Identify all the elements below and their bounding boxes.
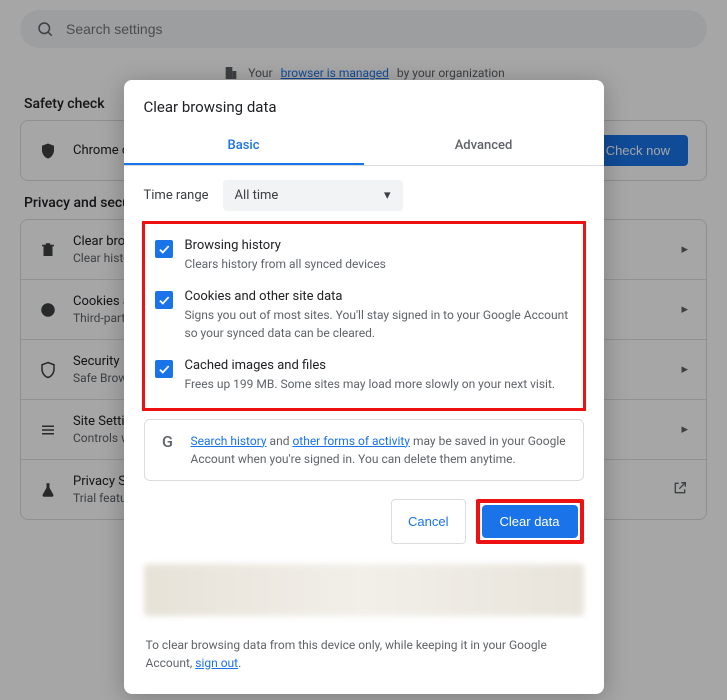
note-mid: and xyxy=(267,434,293,448)
option-title: Cookies and other site data xyxy=(185,289,569,304)
time-range-dropdown[interactable]: All time ▾ xyxy=(223,180,403,211)
option-browsing-history: Browsing history Clears history from all … xyxy=(149,230,575,281)
options-highlight: Browsing history Clears history from all … xyxy=(142,221,586,411)
dialog-tabs: Basic Advanced xyxy=(124,126,604,166)
dialog-actions: Cancel Clear data xyxy=(124,481,604,548)
google-icon: G xyxy=(159,432,177,451)
dialog-title: Clear browsing data xyxy=(124,80,604,126)
option-title: Browsing history xyxy=(185,238,386,253)
checkbox-browsing-history[interactable] xyxy=(155,240,173,258)
option-desc: Clears history from all synced devices xyxy=(185,256,386,273)
option-cookies: Cookies and other site data Signs you out… xyxy=(149,281,575,350)
option-title: Cached images and files xyxy=(185,358,556,373)
google-account-note: G Search history and other forms of acti… xyxy=(144,419,584,481)
option-desc: Frees up 199 MB. Some sites may load mor… xyxy=(185,376,556,393)
tab-basic[interactable]: Basic xyxy=(124,126,364,165)
chevron-down-icon: ▾ xyxy=(384,188,391,203)
checkbox-cached[interactable] xyxy=(155,360,173,378)
option-cached: Cached images and files Frees up 199 MB. … xyxy=(149,350,575,401)
time-range-value: All time xyxy=(235,188,279,203)
other-activity-link[interactable]: other forms of activity xyxy=(292,434,410,448)
time-range-label: Time range xyxy=(144,188,209,203)
option-desc: Signs you out of most sites. You'll stay… xyxy=(185,307,569,342)
clear-data-highlight: Clear data xyxy=(476,499,584,544)
blurred-region xyxy=(144,564,584,616)
tab-advanced[interactable]: Advanced xyxy=(364,126,604,165)
footer-post: . xyxy=(238,656,241,670)
search-history-link[interactable]: Search history xyxy=(191,434,267,448)
cancel-button[interactable]: Cancel xyxy=(391,499,465,544)
clear-browsing-data-dialog: Clear browsing data Basic Advanced Time … xyxy=(124,80,604,694)
checkbox-cookies[interactable] xyxy=(155,291,173,309)
clear-data-button[interactable]: Clear data xyxy=(482,505,578,538)
sign-out-link[interactable]: sign out xyxy=(195,656,238,670)
footer-note: To clear browsing data from this device … xyxy=(146,636,582,672)
